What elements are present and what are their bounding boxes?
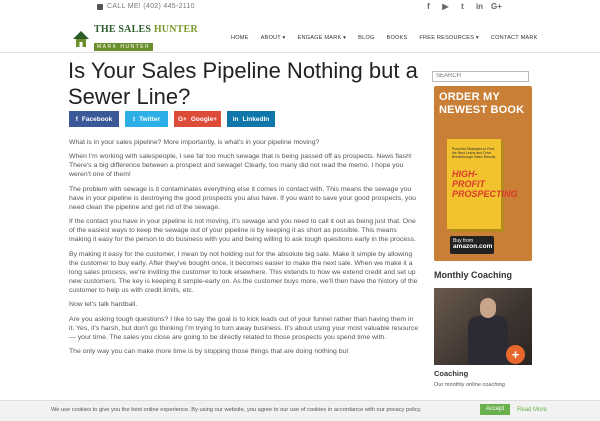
- logo-line1-b: HUNTER: [153, 24, 198, 35]
- coaching-description: Our monthly online coaching: [434, 382, 505, 388]
- nav-contact-mark[interactable]: CONTACT MARK: [491, 35, 538, 41]
- site-logo[interactable]: THE SALES HUNTER MARK HUNTER: [72, 24, 198, 53]
- youtube-icon[interactable]: ▶: [437, 2, 454, 11]
- linkedin-share-label: LinkedIn: [242, 115, 270, 123]
- expand-plus-button[interactable]: +: [506, 345, 525, 364]
- coach-figure-body: [468, 316, 508, 365]
- nav-books[interactable]: BOOKS: [387, 35, 408, 41]
- nav-blog[interactable]: BLOG: [358, 35, 374, 41]
- googleplus-share-icon: G+: [177, 115, 187, 123]
- post-title: Is Your Sales Pipeline Nothing but a Sew…: [68, 58, 418, 109]
- cookie-banner: We use cookies to give you the best onli…: [0, 400, 600, 421]
- article-body: What is in your sales pipeline? More imp…: [69, 138, 419, 361]
- article-paragraph: The problem with sewage is it contaminat…: [69, 185, 416, 211]
- article-paragraph: If the contact you have in your pipeline…: [69, 218, 416, 244]
- book-ad[interactable]: ORDER MY NEWEST BOOK Powerful Strategies…: [434, 86, 532, 261]
- linkedin-icon[interactable]: in: [471, 2, 488, 11]
- googleplus-icon[interactable]: G+: [488, 2, 505, 11]
- coach-figure-head: [480, 298, 496, 318]
- amazon-buy-button[interactable]: Buy from amazon.com: [450, 236, 494, 254]
- logo-line1-a: THE SALES: [94, 24, 154, 35]
- book-ad-title: ORDER MY NEWEST BOOK: [439, 91, 525, 116]
- phone-icon: [97, 3, 103, 10]
- social-links: f ▶ t in G+: [420, 2, 505, 11]
- facebook-share-button[interactable]: f Facebook: [69, 111, 119, 127]
- twitter-share-button[interactable]: t Twitter: [125, 111, 168, 127]
- googleplus-share-button[interactable]: G+ Google+: [174, 111, 221, 127]
- article-paragraph: Are you asking tough questions? I like t…: [69, 315, 419, 341]
- article-paragraph: By making it easy for the customer, I me…: [69, 250, 418, 295]
- twitter-icon[interactable]: t: [454, 2, 471, 11]
- top-bar: CALL ME! (402) 445-2110 f ▶ t in G+: [0, 0, 600, 16]
- sidebar: ORDER MY NEWEST BOOK Powerful Strategies…: [432, 64, 533, 388]
- book-cover: Powerful Strategies to Find the Best Lea…: [447, 139, 518, 229]
- linkedin-share-icon: in: [232, 115, 239, 123]
- search-input[interactable]: [432, 71, 529, 82]
- site-header: THE SALES HUNTER MARK HUNTER HOME ABOUT …: [0, 20, 600, 52]
- book-title: HIGH-PROFIT PROSPECTING: [452, 169, 518, 199]
- article-paragraph: When I'm working with salespeople, I see…: [69, 153, 412, 179]
- nav-about[interactable]: ABOUT ▾: [261, 35, 286, 41]
- read-more-link[interactable]: Read More: [517, 407, 547, 413]
- twitter-share-label: Twitter: [139, 115, 160, 123]
- accept-cookies-button[interactable]: Accept: [480, 404, 510, 415]
- coaching-heading: Monthly Coaching: [434, 270, 512, 280]
- logo-line2: MARK HUNTER: [94, 43, 154, 51]
- facebook-share-label: Facebook: [81, 115, 113, 123]
- book-subtitle: Powerful Strategies to Find the Best Lea…: [452, 147, 496, 159]
- phone-contact[interactable]: CALL ME! (402) 445-2110: [97, 3, 195, 10]
- cookie-text: We use cookies to give you the best onli…: [51, 407, 422, 413]
- header-divider: [0, 52, 600, 53]
- coaching-subtitle: Coaching: [434, 369, 469, 378]
- nav-home[interactable]: HOME: [231, 35, 249, 41]
- facebook-icon[interactable]: f: [420, 2, 437, 11]
- nav-free-resources[interactable]: FREE RESOURCES ▾: [419, 35, 478, 41]
- share-buttons: f Facebook t Twitter G+ Google+ in Linke…: [69, 111, 275, 127]
- twitter-share-icon: t: [133, 115, 136, 123]
- article-paragraph: Now let's talk hardball.: [69, 301, 138, 309]
- amazon-buy-line2: amazon.com: [453, 243, 493, 250]
- linkedin-share-button[interactable]: in LinkedIn: [227, 111, 275, 127]
- main-nav: HOME ABOUT ▾ ENGAGE MARK ▾ BLOG BOOKS FR…: [231, 35, 550, 41]
- logo-text: THE SALES HUNTER MARK HUNTER: [94, 24, 198, 53]
- facebook-share-icon: f: [75, 115, 78, 123]
- nav-engage-mark[interactable]: ENGAGE MARK ▾: [298, 35, 347, 41]
- house-logo-icon: [72, 30, 90, 48]
- article-paragraph: The only way you can make more time is b…: [69, 348, 349, 356]
- article-paragraph: What is in your sales pipeline? More imp…: [69, 139, 320, 146]
- phone-text: CALL ME! (402) 445-2110: [107, 3, 195, 10]
- googleplus-share-label: Google+: [190, 115, 218, 123]
